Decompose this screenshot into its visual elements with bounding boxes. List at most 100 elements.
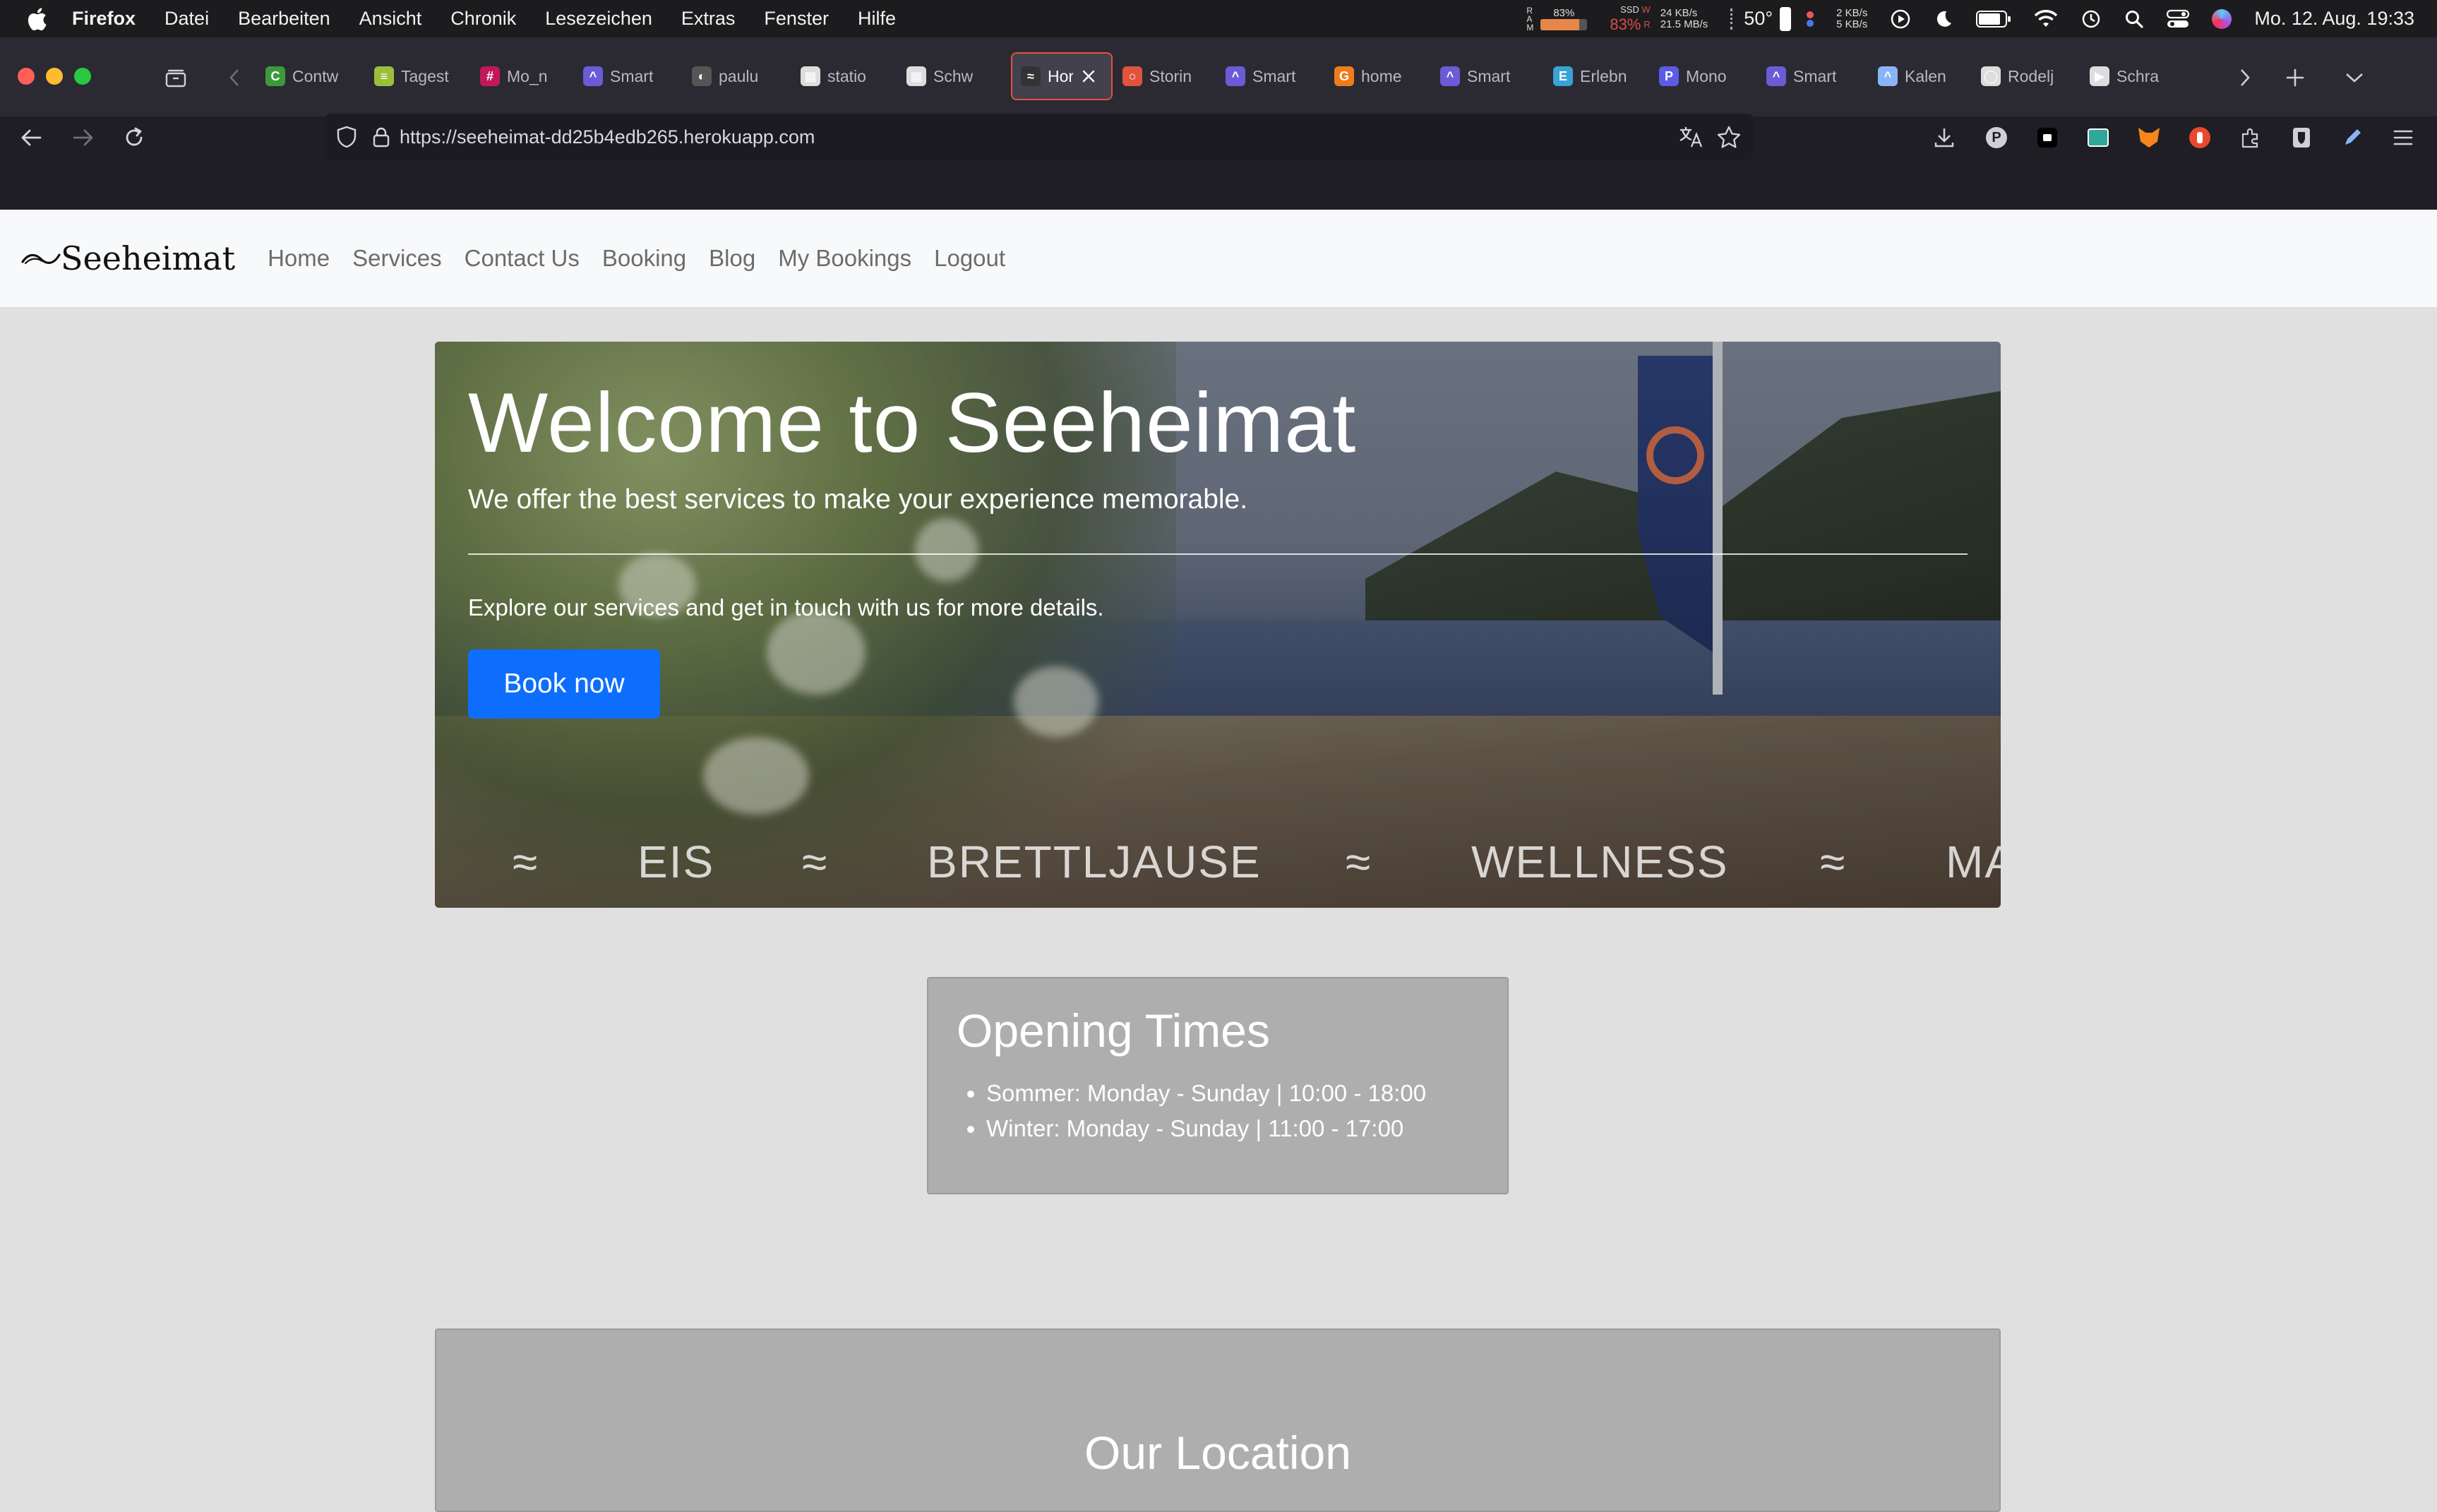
nav-contact-us[interactable]: Contact Us — [465, 245, 580, 272]
tab-overview-icon[interactable] — [160, 64, 192, 92]
profile-p-icon[interactable]: P — [1982, 124, 2011, 152]
browser-tab[interactable]: ◯ Rodelj — [1981, 52, 2054, 100]
tab-favicon-icon: ^ — [1878, 66, 1898, 86]
url-bar[interactable]: https://seeheimat-dd25b4edb265.herokuapp… — [325, 114, 1754, 160]
tab-label: Kalen — [1905, 66, 1946, 85]
browser-tab[interactable]: ▦ statio — [801, 52, 866, 100]
fan-icon — [1730, 8, 1735, 30]
browser-tab[interactable]: ▶ Schra — [2090, 52, 2159, 100]
browser-tab[interactable]: ≈ Hor — [1011, 52, 1113, 100]
ram-widget[interactable]: R A M 83% — [1526, 6, 1588, 32]
reload-icon[interactable] — [120, 124, 148, 152]
window-close-button[interactable] — [18, 68, 35, 85]
tab-label: Smart — [1793, 66, 1837, 85]
tab-list-chevron-down-icon[interactable] — [2338, 64, 2371, 92]
battery-icon[interactable] — [1976, 10, 2011, 28]
ssd-percent: 83% — [1610, 15, 1641, 33]
tab-favicon-icon: G — [1334, 66, 1354, 86]
nav-my-bookings[interactable]: My Bookings — [778, 245, 911, 272]
location-title: Our Location — [1084, 1427, 1351, 1479]
shield-extension-icon[interactable] — [2287, 124, 2316, 152]
browser-tab[interactable]: ^ Smart — [583, 52, 653, 100]
lock-icon[interactable] — [373, 126, 390, 148]
menu-datei[interactable]: Datei — [164, 8, 209, 30]
tab-label: Mo_n — [507, 66, 548, 85]
tab-favicon-icon: ▦ — [906, 66, 926, 86]
menu-fenster[interactable]: Fenster — [764, 8, 829, 30]
network-widget[interactable]: 2 KB/s 5 KB/s — [1836, 7, 1867, 30]
menu-lesezeichen[interactable]: Lesezeichen — [545, 8, 652, 30]
browser-tab[interactable]: ◐ paulu — [692, 52, 758, 100]
browser-tab[interactable]: ^ Kalen — [1878, 52, 1946, 100]
browser-tab[interactable]: ▦ Schw — [906, 52, 973, 100]
browser-tab[interactable]: ^ Smart — [1226, 52, 1295, 100]
ssd-widget[interactable]: SSD W 83% R 24 KB/s 21.5 MB/s — [1610, 4, 1708, 34]
hamburger-menu-icon[interactable] — [2389, 124, 2417, 152]
tracking-shield-icon[interactable] — [336, 126, 357, 148]
hero-divider — [468, 553, 1968, 555]
forward-arrow-icon[interactable] — [69, 124, 97, 152]
browser-tab[interactable]: ^ Smart — [1440, 52, 1510, 100]
fox-extension-icon[interactable] — [2135, 124, 2163, 152]
window-zoom-button[interactable] — [74, 68, 91, 85]
ssd-label: SSD — [1620, 4, 1639, 15]
url-text[interactable]: https://seeheimat-dd25b4edb265.herokuapp… — [400, 126, 815, 148]
pen-extension-icon[interactable] — [2338, 124, 2366, 152]
moon-icon[interactable] — [1934, 9, 1953, 29]
window-minimize-button[interactable] — [46, 68, 63, 85]
tab-scroll-left-icon[interactable] — [220, 64, 249, 92]
tab-label: Erlebn — [1580, 66, 1627, 85]
wave-logo-icon — [21, 253, 61, 265]
nav-logout[interactable]: Logout — [934, 245, 1005, 272]
browser-tab[interactable]: # Mo_n — [480, 52, 548, 100]
nav-booking[interactable]: Booking — [602, 245, 686, 272]
macos-menubar: Firefox Datei Bearbeiten Ansicht Chronik… — [0, 0, 2437, 37]
mail-extension-icon[interactable] — [2084, 124, 2112, 152]
ticker-item-brettljause: BRETTLJAUSE — [927, 836, 1262, 887]
nav-services[interactable]: Services — [352, 245, 442, 272]
browser-tab[interactable]: ^ Smart — [1766, 52, 1836, 100]
menu-ansicht[interactable]: Ansicht — [359, 8, 422, 30]
tab-close-icon[interactable] — [1082, 69, 1096, 83]
new-tab-icon[interactable] — [2279, 64, 2311, 92]
menu-chronik[interactable]: Chronik — [450, 8, 516, 30]
time-machine-icon[interactable] — [2080, 8, 2102, 30]
lock-extension-icon[interactable] — [2033, 124, 2061, 152]
menu-bearbeiten[interactable]: Bearbeiten — [238, 8, 330, 30]
tab-scroll-right-icon[interactable] — [2231, 64, 2259, 92]
browser-tab[interactable]: C Contw — [265, 52, 338, 100]
tab-favicon-icon: ^ — [1440, 66, 1460, 86]
wifi-icon[interactable] — [2034, 9, 2058, 28]
opening-times-summer: Sommer: Monday - Sunday | 10:00 - 18:00 — [986, 1076, 1426, 1111]
nav-blog[interactable]: Blog — [709, 245, 755, 272]
menu-extras[interactable]: Extras — [681, 8, 736, 30]
bookmark-star-icon[interactable] — [1717, 126, 1741, 148]
book-now-button[interactable]: Book now — [468, 649, 660, 719]
temp-widget[interactable]: 50° — [1730, 6, 1814, 31]
menu-hilfe[interactable]: Hilfe — [858, 8, 896, 30]
puzzle-extensions-icon[interactable] — [2237, 124, 2265, 152]
apple-icon[interactable] — [25, 7, 48, 31]
translate-icon[interactable] — [1679, 126, 1703, 148]
browser-tab[interactable]: P Mono — [1659, 52, 1727, 100]
browser-tab[interactable]: Ghome — [1334, 52, 1402, 100]
control-center-icon[interactable] — [2167, 9, 2190, 29]
spotlight-search-icon[interactable] — [2124, 9, 2144, 29]
browser-tab[interactable]: ≡ Tagest — [374, 52, 449, 100]
browser-tab[interactable]: E Erlebn — [1553, 52, 1627, 100]
red-extension-icon[interactable] — [2186, 124, 2214, 152]
browser-tab[interactable]: ○ Storin — [1122, 52, 1192, 100]
ticker-item-eis: EIS — [637, 836, 715, 887]
ram-bar — [1540, 18, 1588, 30]
downloads-icon[interactable] — [1930, 124, 1958, 152]
siri-icon[interactable] — [2212, 8, 2232, 29]
back-arrow-icon[interactable] — [17, 124, 45, 152]
browser-tab-bar — [0, 37, 2437, 116]
site-brand[interactable]: Seeheimat — [21, 239, 235, 277]
play-icon[interactable] — [1890, 8, 1911, 30]
clock[interactable]: Mo. 12. Aug. 19:33 — [2254, 8, 2414, 30]
menu-app-firefox[interactable]: Firefox — [72, 8, 136, 30]
nav-home[interactable]: Home — [268, 245, 330, 272]
tab-favicon-icon: ◯ — [1981, 66, 2001, 86]
tab-favicon-icon: P — [1659, 66, 1679, 86]
